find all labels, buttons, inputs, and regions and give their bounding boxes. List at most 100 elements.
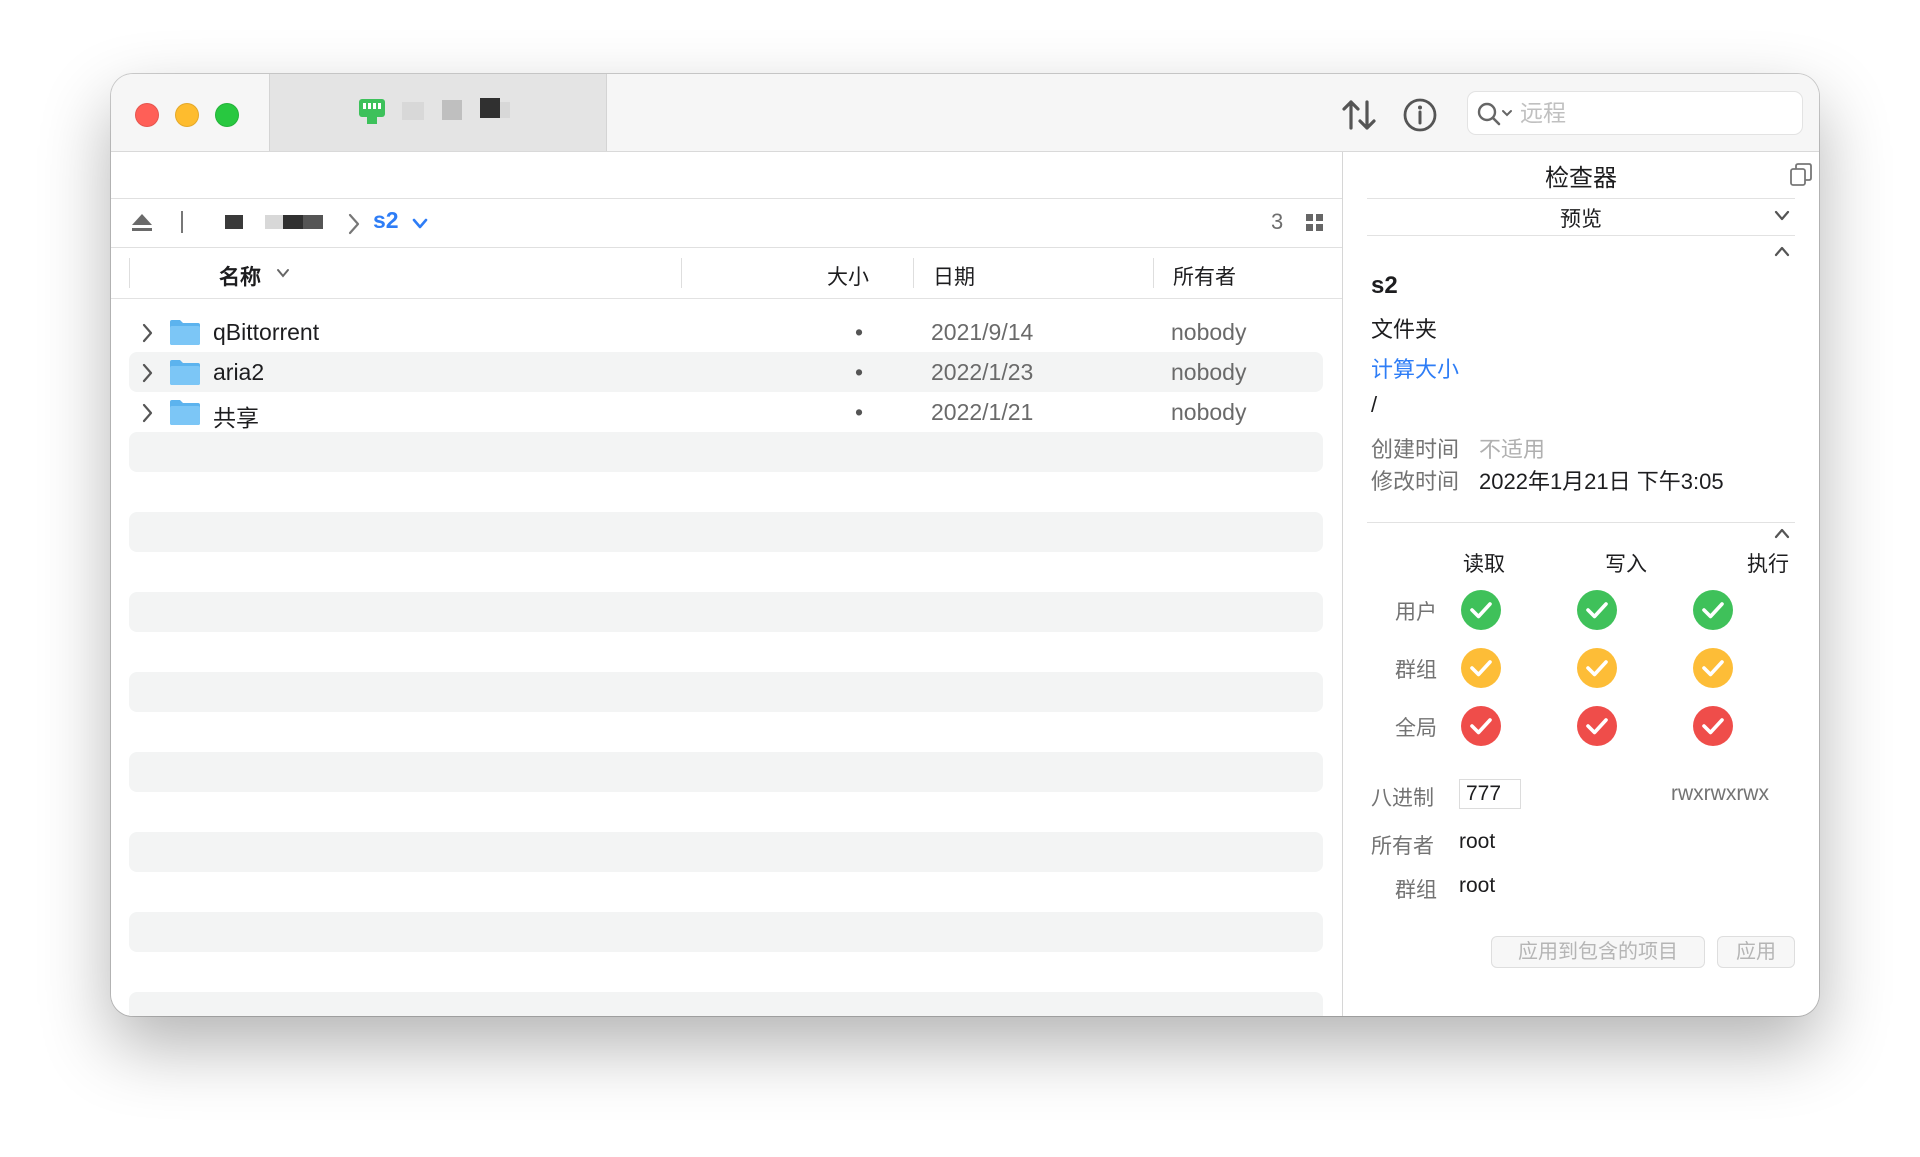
- calculate-size-link[interactable]: 计算大小: [1371, 352, 1459, 384]
- user-read-checkbox[interactable]: [1461, 590, 1501, 630]
- file-size: •: [855, 319, 864, 345]
- file-name: aria2: [213, 359, 265, 385]
- group-read-checkbox[interactable]: [1461, 648, 1501, 688]
- checkmark-icon: [1702, 602, 1724, 619]
- disclosure-chevron-icon[interactable]: [141, 363, 155, 383]
- network-port-icon: [359, 99, 385, 124]
- apply-button[interactable]: 应用: [1717, 936, 1795, 968]
- connection-tab[interactable]: [269, 74, 607, 151]
- disclosure-chevron-icon[interactable]: [141, 323, 155, 343]
- owner-value[interactable]: root: [1459, 830, 1495, 854]
- zoom-window-button[interactable]: [215, 103, 239, 127]
- world-execute-checkbox[interactable]: [1693, 706, 1733, 746]
- read-column-header: 读取: [1463, 553, 1505, 576]
- redacted-host-segment: [402, 102, 424, 120]
- minimize-window-button[interactable]: [175, 103, 199, 127]
- checkmark-icon: [1702, 718, 1724, 735]
- empty-row-stripe: [129, 432, 1323, 472]
- search-field[interactable]: [1467, 91, 1803, 135]
- file-row[interactable]: qBittorrent • 2021/9/14 nobody: [129, 312, 1323, 352]
- collapse-chevron-icon[interactable]: [1773, 244, 1791, 258]
- column-divider: [681, 258, 682, 288]
- redacted-host-segment: [442, 100, 462, 120]
- file-owner: nobody: [1171, 359, 1247, 385]
- column-divider: [1153, 258, 1154, 288]
- preview-section-header[interactable]: 预览: [1367, 198, 1795, 236]
- file-row[interactable]: 共享 • 2022/1/21 nobody: [129, 392, 1323, 432]
- inspector-panel: 检查器 预览 s2 文件夹 计算大小 / 创建时间 不适用 修改时间 2022年…: [1342, 152, 1819, 1016]
- empty-row-stripe: [129, 672, 1323, 712]
- column-divider: [129, 258, 130, 288]
- world-row-label: 全局: [1395, 717, 1437, 740]
- created-label: 创建时间: [1371, 437, 1460, 462]
- size-column-header[interactable]: 大小: [827, 261, 869, 291]
- collapse-chevron-icon[interactable]: [1773, 526, 1791, 540]
- column-header: 名称 大小 日期 所有者: [111, 248, 1342, 299]
- copy-icon[interactable]: [1789, 162, 1813, 188]
- sort-chevron-icon[interactable]: [275, 267, 291, 279]
- folder-icon: [170, 360, 200, 385]
- created-value: 不适用: [1479, 437, 1546, 462]
- chevron-down-icon[interactable]: [411, 217, 429, 231]
- world-read-checkbox[interactable]: [1461, 706, 1501, 746]
- owner-column-header[interactable]: 所有者: [1173, 261, 1236, 291]
- section-divider: [1367, 522, 1795, 523]
- symbolic-permissions: rwxrwxrwx: [1671, 782, 1769, 805]
- empty-row-stripe: [129, 752, 1323, 792]
- empty-row-stripe: [129, 832, 1323, 872]
- file-browser: s2 3 名称 大小 日期 所有者 qBittorrent • 2021/9/1…: [111, 152, 1342, 1016]
- transfer-icon[interactable]: [1339, 96, 1379, 134]
- write-column-header: 写入: [1605, 553, 1647, 576]
- path-bar: s2 3: [111, 198, 1342, 248]
- folder-icon: [170, 320, 200, 345]
- group-label: 群组: [1395, 879, 1437, 902]
- path-separator: [181, 211, 183, 233]
- user-write-checkbox[interactable]: [1577, 590, 1617, 630]
- file-row[interactable]: aria2 • 2022/1/23 nobody: [129, 352, 1323, 392]
- item-count: 3: [1271, 209, 1284, 234]
- world-write-checkbox[interactable]: [1577, 706, 1617, 746]
- name-column-header[interactable]: 名称: [219, 261, 261, 291]
- file-owner: nobody: [1171, 399, 1247, 425]
- apply-to-contents-button[interactable]: 应用到包含的项目: [1491, 936, 1705, 968]
- file-list: qBittorrent • 2021/9/14 nobody aria2 • 2…: [129, 312, 1323, 1016]
- redacted-path-segment: [265, 215, 283, 229]
- disclosure-chevron-icon[interactable]: [141, 403, 155, 423]
- redacted-host-segment: [500, 102, 510, 118]
- modified-label: 修改时间: [1371, 469, 1460, 494]
- execute-column-header: 执行: [1747, 553, 1789, 576]
- group-write-checkbox[interactable]: [1577, 648, 1617, 688]
- user-row-label: 用户: [1395, 601, 1437, 624]
- info-icon[interactable]: [1401, 96, 1439, 134]
- group-value[interactable]: root: [1459, 874, 1495, 898]
- redacted-path-segment: [225, 215, 243, 229]
- file-size: •: [855, 359, 864, 385]
- folder-icon: [170, 400, 200, 425]
- file-date: 2021/9/14: [931, 319, 1034, 345]
- user-execute-checkbox[interactable]: [1693, 590, 1733, 630]
- redacted-path-segment: [283, 215, 303, 229]
- modified-value: 2022年1月21日 下午3:05: [1479, 469, 1724, 494]
- close-window-button[interactable]: [135, 103, 159, 127]
- date-column-header[interactable]: 日期: [933, 261, 975, 291]
- checkmark-icon: [1586, 602, 1608, 619]
- empty-row-stripe: [129, 912, 1323, 952]
- redacted-path-segment: [303, 215, 323, 229]
- current-folder-crumb[interactable]: s2: [373, 207, 399, 234]
- file-name: qBittorrent: [213, 319, 320, 345]
- column-divider: [913, 258, 914, 288]
- group-row-label: 群组: [1395, 659, 1437, 682]
- file-name: 共享: [213, 405, 259, 431]
- file-date: 2022/1/23: [931, 359, 1034, 385]
- group-execute-checkbox[interactable]: [1693, 648, 1733, 688]
- search-input[interactable]: [1518, 98, 1792, 128]
- search-icon: [1477, 102, 1512, 126]
- eject-icon[interactable]: [129, 211, 155, 235]
- empty-row-stripe: [129, 592, 1323, 632]
- chevron-down-icon[interactable]: [1773, 209, 1791, 223]
- preview-section-label: 预览: [1560, 208, 1602, 231]
- grid-view-icon[interactable]: [1305, 213, 1325, 233]
- checkmark-icon: [1586, 660, 1608, 677]
- octal-field[interactable]: 777: [1459, 779, 1521, 809]
- item-kind: 文件夹: [1371, 317, 1438, 342]
